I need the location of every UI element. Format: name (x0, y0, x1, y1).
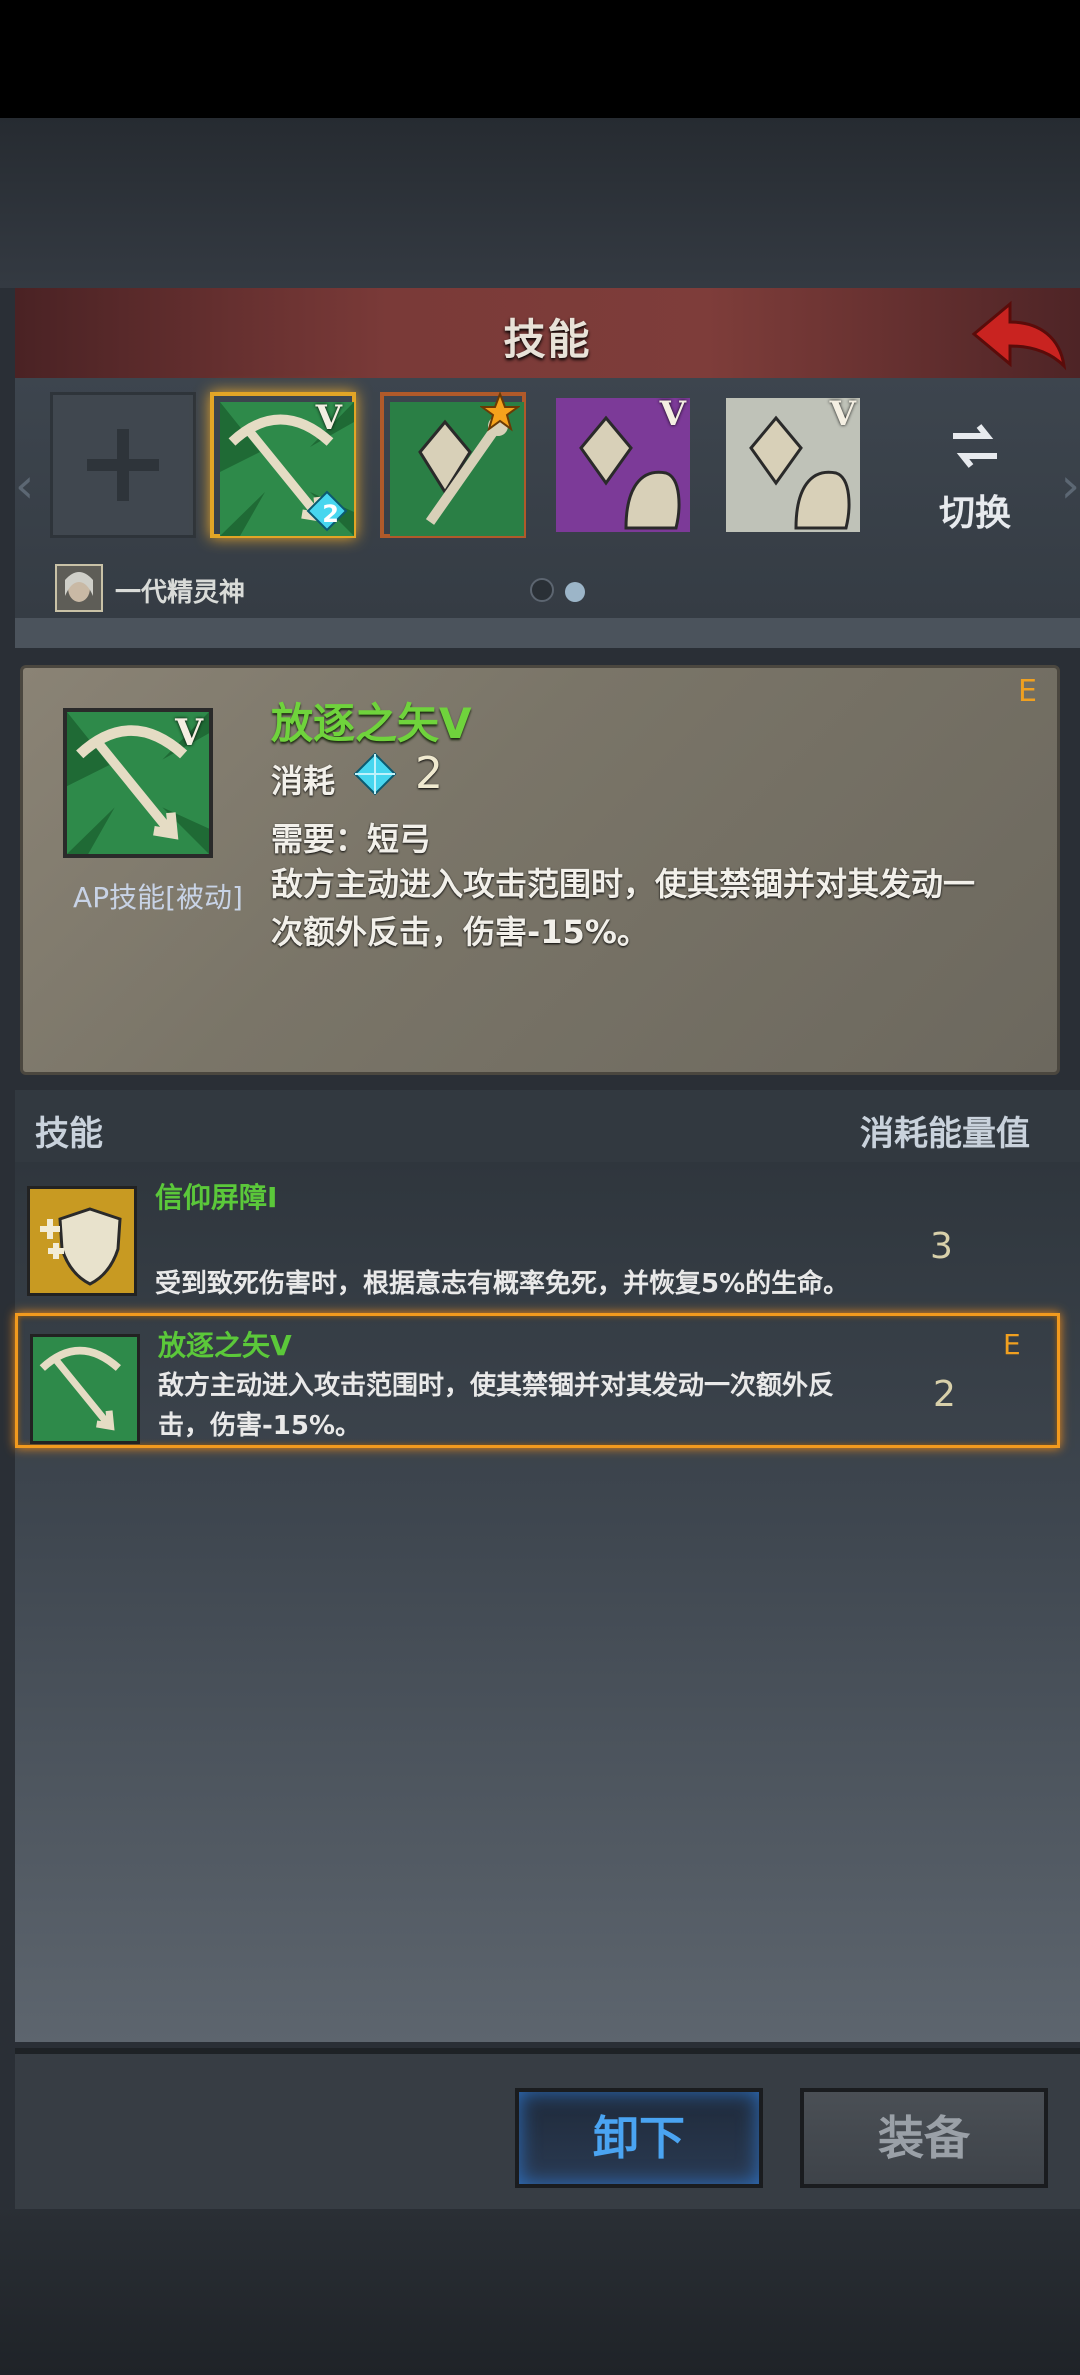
next-page-arrow-icon[interactable]: › (1061, 458, 1080, 514)
swap-arrows-icon (953, 424, 997, 468)
avatar[interactable] (55, 564, 103, 612)
slot-level: V (829, 394, 856, 434)
equip-button[interactable]: 装备 (800, 2088, 1048, 2188)
switch-label: 切换 (938, 493, 1011, 534)
exile-arrow-icon-box (30, 1334, 140, 1444)
title-bar: 技能 (15, 288, 1080, 381)
skill-detail-panel: E V AP技能[被动] 放逐之矢V 消耗 2 需要：短弓 敌方主动进入攻击范围… (20, 665, 1060, 1075)
character-name: 一代精灵神 (115, 578, 246, 608)
skill-description: 敌方主动进入攻击范围时，使其禁锢并对其发动一次额外反击，伤害-15%。 (158, 1371, 835, 1441)
detail-level: V (175, 712, 203, 754)
slot-badge: 2 (322, 500, 339, 528)
list-header-skill: 技能 (35, 1114, 103, 1154)
detail-description: 敌方主动进入攻击范围时，使其禁锢并对其发动一次额外反击，伤害-15%。 (271, 865, 976, 951)
page-indicator (530, 578, 591, 606)
list-header-cost: 消耗能量值 (860, 1114, 1030, 1154)
skill-cost: 3 (930, 1226, 953, 1267)
detail-skill-name: 放逐之矢V (271, 699, 472, 748)
skill-slot-crystal-purple[interactable]: V (550, 392, 696, 538)
page-title: 技能 (503, 315, 592, 364)
back-arrow-icon[interactable] (970, 294, 1070, 372)
detail-skill-icon-box: V (63, 708, 213, 858)
faith-barrier-icon-box (27, 1186, 137, 1296)
cost-value: 2 (415, 748, 443, 799)
unequip-button[interactable]: 卸下 (515, 2088, 763, 2188)
status-bar-area (0, 0, 1080, 118)
skill-type-label: AP技能[被动] (73, 881, 243, 914)
bow-arrow-icon (33, 1337, 137, 1441)
energy-gem-icon (353, 752, 397, 796)
cost-label: 消耗 (271, 762, 336, 800)
cross-icon (87, 429, 159, 501)
shield-plus-icon (30, 1189, 134, 1293)
prev-page-arrow-icon[interactable]: ‹ (15, 458, 34, 514)
skill-slot-crystal-white[interactable]: V (720, 392, 866, 538)
skill-slot-exile-arrow[interactable]: V 2 (210, 392, 356, 538)
list-item-selected[interactable]: 放逐之矢V 敌方主动进入攻击范围时，使其禁锢并对其发动一次额外反击，伤害-15%… (15, 1313, 1060, 1448)
skill-grade: E (1003, 1328, 1021, 1361)
skill-list-header: 技能 消耗能量值 (15, 1090, 1080, 1162)
bottom-area (0, 2210, 1080, 2375)
list-item[interactable]: 信仰屏障I 受到致死伤害时，根据意志有概率免死，并恢复5%的生命。 3 (15, 1168, 1060, 1303)
star-icon (480, 392, 520, 432)
skill-name: 放逐之矢V (158, 1329, 292, 1362)
skill-slot-empty[interactable] (50, 392, 196, 538)
elf-portrait-icon (57, 566, 101, 610)
page-dot-1 (530, 578, 554, 602)
action-bar: 卸下 装备 (15, 2048, 1080, 2209)
page-dot-2 (565, 582, 586, 602)
slot-level: V (659, 394, 686, 434)
divider (15, 618, 1080, 648)
switch-button[interactable]: 切换 (920, 418, 1030, 536)
requirement: 需要：短弓 (271, 820, 432, 858)
equipped-skill-strip: ‹ › V 2 V V 切换 一代精灵神 (15, 378, 1080, 618)
detail-grade: E (1018, 674, 1037, 709)
upper-background (0, 118, 1080, 288)
skill-slot-crystal-staff[interactable] (380, 392, 526, 538)
skill-description: 受到致死伤害时，根据意志有概率免死，并恢复5%的生命。 (155, 1269, 850, 1299)
skill-cost: 2 (933, 1374, 956, 1415)
skill-name: 信仰屏障I (155, 1181, 278, 1214)
slot-level: V (315, 398, 342, 438)
